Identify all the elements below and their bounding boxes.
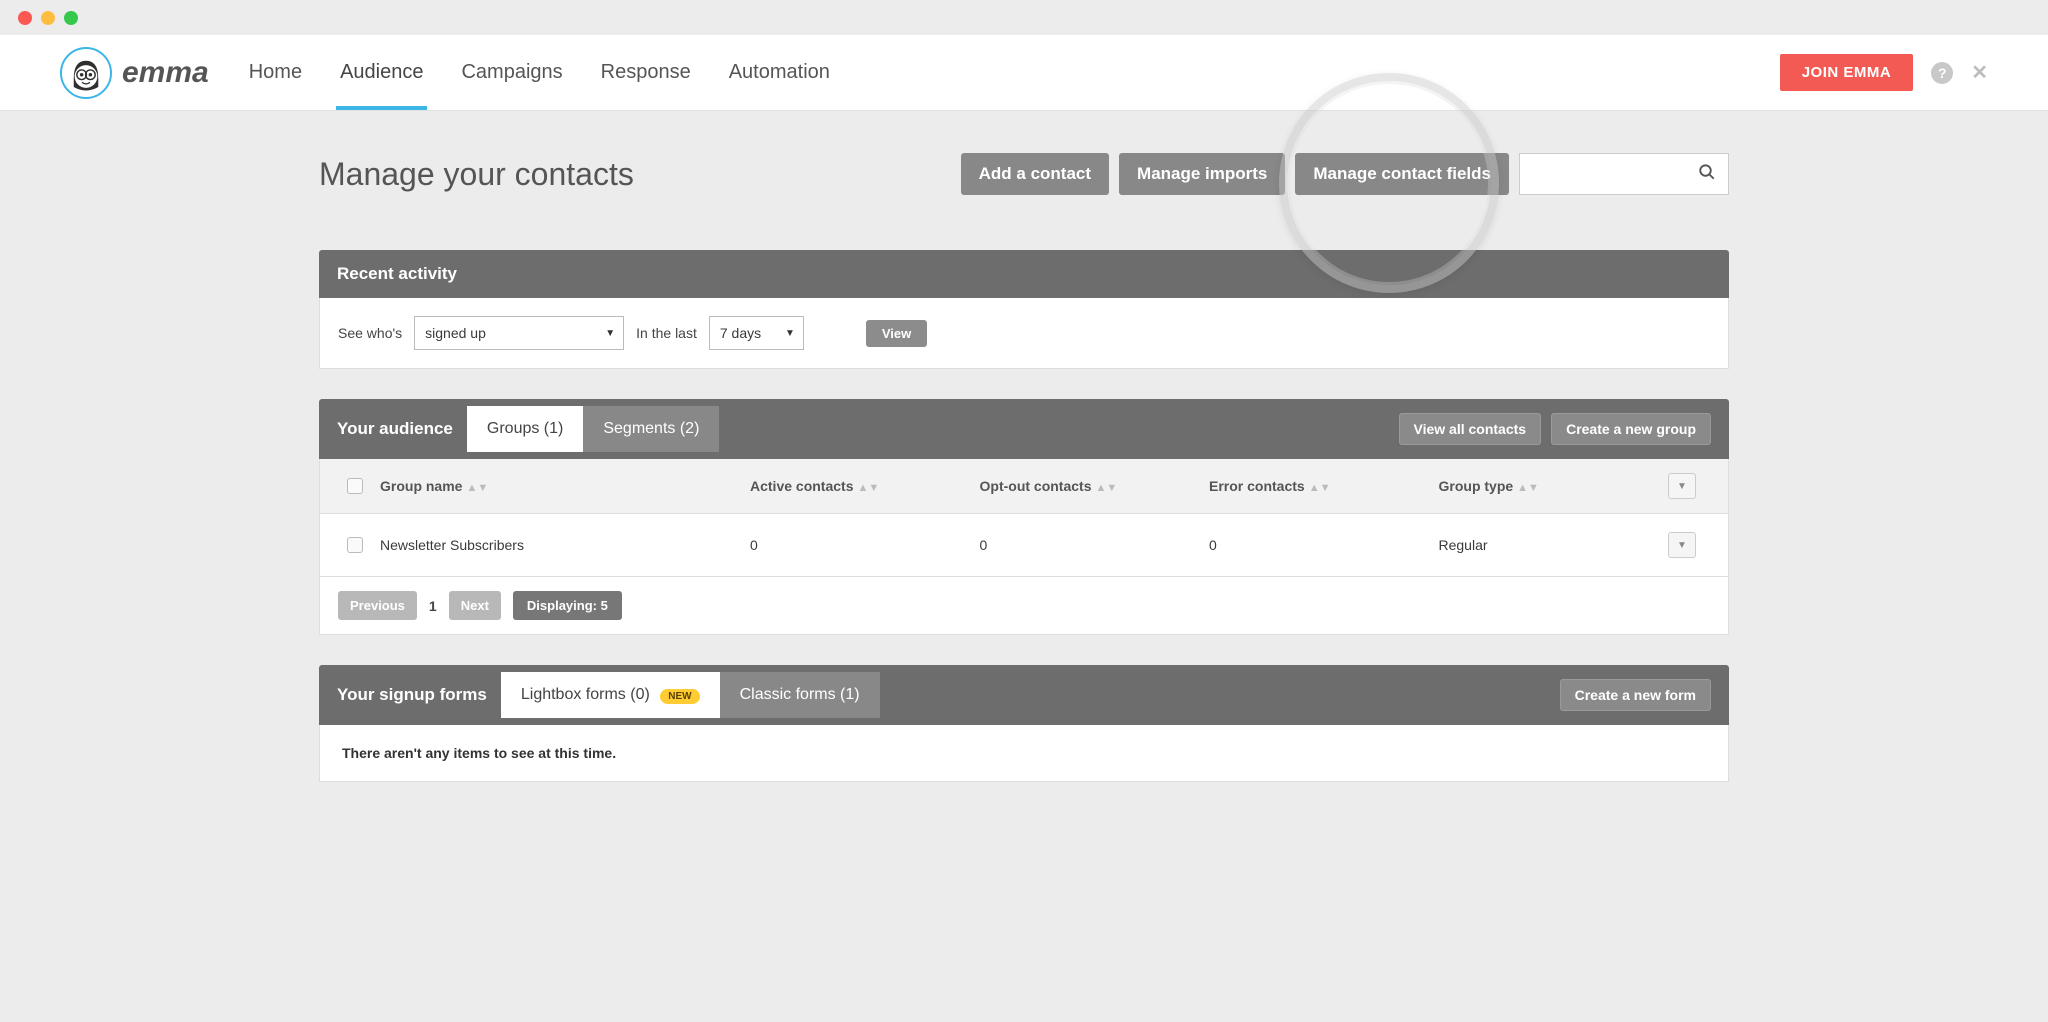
window-minimize-dot[interactable] (41, 11, 55, 25)
signup-forms-panel: Your signup forms Lightbox forms (0) NEW… (319, 665, 1729, 782)
tab-groups[interactable]: Groups (1) (467, 406, 583, 452)
empty-state-message: There aren't any items to see at this ti… (319, 725, 1729, 782)
view-all-contacts-button[interactable]: View all contacts (1399, 413, 1542, 445)
add-contact-button[interactable]: Add a contact (961, 153, 1109, 195)
activity-action-select[interactable]: signed up (414, 316, 624, 350)
tab-segments[interactable]: Segments (2) (583, 406, 719, 452)
prev-page-button[interactable]: Previous (338, 591, 417, 620)
sort-icon: ▲▼ (466, 485, 488, 492)
nav-response[interactable]: Response (601, 37, 691, 108)
cell-active: 0 (750, 537, 980, 553)
next-page-button[interactable]: Next (449, 591, 501, 620)
activity-range-value: 7 days (720, 325, 761, 341)
recent-activity-panel: Recent activity See who's signed up In t… (319, 250, 1729, 369)
activity-action-value: signed up (425, 325, 486, 341)
nav-campaigns[interactable]: Campaigns (461, 37, 562, 108)
cell-error: 0 (1209, 537, 1439, 553)
new-badge: NEW (660, 689, 699, 704)
tab-lightbox-forms[interactable]: Lightbox forms (0) NEW (501, 672, 720, 718)
brand[interactable]: emma (60, 47, 209, 99)
sort-icon: ▲▼ (857, 485, 879, 492)
window-zoom-dot[interactable] (64, 11, 78, 25)
cell-group-name[interactable]: Newsletter Subscribers (380, 537, 750, 553)
nav-automation[interactable]: Automation (729, 37, 830, 108)
view-activity-button[interactable]: View (866, 320, 927, 347)
audience-panel: Your audience Groups (1) Segments (2) Vi… (319, 399, 1729, 635)
help-icon[interactable]: ? (1931, 62, 1953, 84)
table-row: Newsletter Subscribers 0 0 0 Regular ▼ (319, 514, 1729, 577)
col-group-name[interactable]: Group name▲▼ (380, 478, 750, 494)
top-nav: emma Home Audience Campaigns Response Au… (0, 35, 2048, 111)
manage-contact-fields-button[interactable]: Manage contact fields (1295, 153, 1509, 195)
row-checkbox[interactable] (347, 537, 363, 553)
see-whos-label: See who's (338, 325, 402, 341)
displaying-count: Displaying: 5 (513, 591, 622, 620)
join-emma-button[interactable]: JOIN EMMA (1780, 54, 1914, 91)
col-optout-contacts[interactable]: Opt-out contacts▲▼ (980, 478, 1210, 494)
window-chrome (0, 0, 2048, 35)
sort-icon: ▲▼ (1517, 485, 1539, 492)
recent-activity-header: Recent activity (319, 250, 1729, 298)
create-group-button[interactable]: Create a new group (1551, 413, 1711, 445)
sort-icon: ▲▼ (1096, 485, 1118, 492)
nav-audience[interactable]: Audience (340, 37, 423, 108)
close-icon[interactable]: ✕ (1971, 60, 1988, 85)
tab-classic-forms[interactable]: Classic forms (1) (720, 672, 880, 718)
cell-type: Regular (1439, 537, 1669, 553)
create-form-button[interactable]: Create a new form (1560, 679, 1711, 711)
row-actions-button[interactable]: ▼ (1668, 532, 1696, 558)
pagination: Previous 1 Next Displaying: 5 (319, 577, 1729, 635)
signup-title: Your signup forms (337, 685, 487, 705)
recent-activity-title: Recent activity (337, 264, 457, 284)
col-error-contacts[interactable]: Error contacts▲▼ (1209, 478, 1439, 494)
signup-header: Your signup forms Lightbox forms (0) NEW… (319, 665, 1729, 725)
manage-imports-button[interactable]: Manage imports (1119, 153, 1285, 195)
sort-icon: ▲▼ (1309, 485, 1331, 492)
brand-name: emma (122, 56, 209, 90)
nav-links: Home Audience Campaigns Response Automat… (249, 37, 830, 108)
window-close-dot[interactable] (18, 11, 32, 25)
tab-lightbox-label: Lightbox forms (0) (521, 686, 650, 703)
nav-home[interactable]: Home (249, 37, 302, 108)
page-number: 1 (429, 598, 437, 614)
select-all-checkbox[interactable] (347, 478, 363, 494)
search-input[interactable] (1519, 153, 1729, 195)
audience-header: Your audience Groups (1) Segments (2) Vi… (319, 399, 1729, 459)
audience-table-header: Group name▲▼ Active contacts▲▼ Opt-out c… (319, 459, 1729, 514)
column-options-button[interactable]: ▼ (1668, 473, 1696, 499)
col-active-contacts[interactable]: Active contacts▲▼ (750, 478, 980, 494)
col-group-type[interactable]: Group type▲▼ (1439, 478, 1669, 494)
search-icon (1698, 163, 1716, 186)
cell-optout: 0 (980, 537, 1210, 553)
brand-logo-icon (60, 47, 112, 99)
audience-title: Your audience (337, 419, 453, 439)
page-title: Manage your contacts (319, 156, 634, 193)
activity-range-select[interactable]: 7 days (709, 316, 804, 350)
page-header: Manage your contacts Add a contact Manag… (319, 153, 1729, 195)
in-last-label: In the last (636, 325, 697, 341)
